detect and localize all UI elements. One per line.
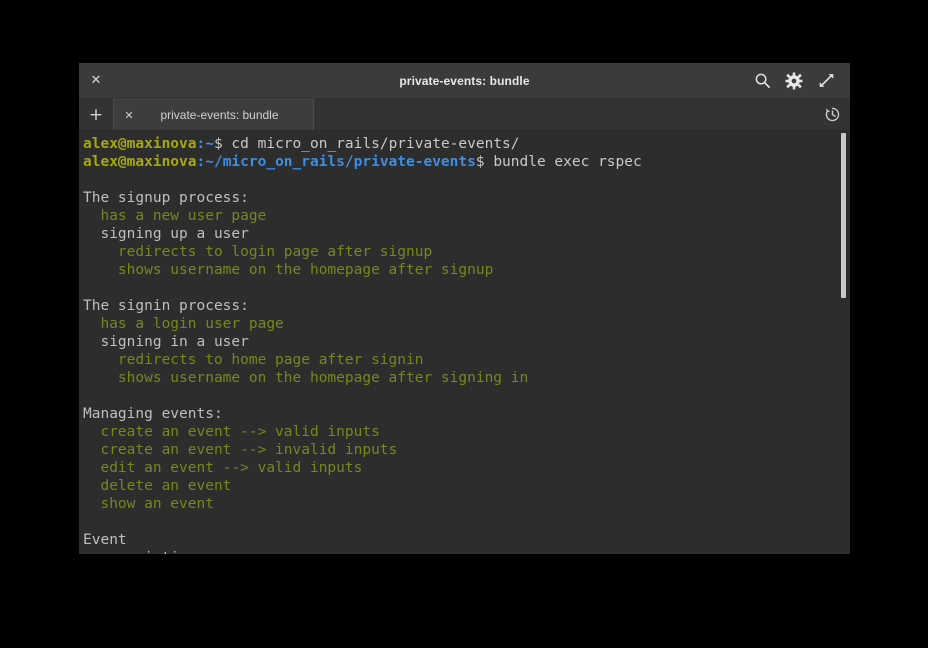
terminal-text-gray: signing up a user	[83, 226, 249, 242]
tab-private-events-bundle[interactable]: ✕ private-events: bundle	[113, 99, 314, 130]
terminal-line-group-managing-events: Managing events:	[83, 405, 850, 423]
terminal-line-ex-signin-login-page: has a login user page	[83, 315, 850, 333]
terminal-line-group-signin: The signin process:	[83, 297, 850, 315]
terminal-text-prompt-path: :~/micro_on_rails/private-events	[196, 154, 476, 170]
tab-close-icon[interactable]: ✕	[114, 109, 144, 122]
window-titlebar: ✕ private-events: bundle	[79, 63, 850, 99]
terminal-line-blank-3	[83, 387, 850, 405]
terminal-line-cmd-rspec: alex@maxinova:~/micro_on_rails/private-e…	[83, 153, 850, 171]
terminal-body[interactable]: alex@maxinova:~$ cd micro_on_rails/priva…	[79, 131, 850, 554]
terminal-text-gray: associations	[83, 550, 205, 554]
expand-icon[interactable]	[817, 72, 835, 90]
terminal-line-ex-signup-new-user-page: has a new user page	[83, 207, 850, 225]
terminal-line-cmd-cd: alex@maxinova:~$ cd micro_on_rails/priva…	[83, 135, 850, 153]
terminal-line-group-event: Event	[83, 531, 850, 549]
new-tab-button[interactable]: +	[79, 99, 113, 130]
terminal-text-prompt-path: :~	[196, 136, 214, 152]
terminal-text-gray: Event	[83, 532, 127, 548]
terminal-text-green: delete an event	[83, 478, 232, 494]
terminal-scrollbar[interactable]	[841, 131, 847, 554]
desktop-background: ✕ private-events: bundle + ✕ private-eve…	[0, 0, 928, 648]
scrollbar-thumb[interactable]	[841, 133, 846, 298]
terminal-line-group-signup: The signup process:	[83, 189, 850, 207]
terminal-text-green: create an event --> invalid inputs	[83, 442, 398, 458]
terminal-text-green: show an event	[83, 496, 214, 512]
terminal-line-ex-shows-username-signup: shows username on the homepage after sig…	[83, 261, 850, 279]
terminal-line-blank-2	[83, 279, 850, 297]
window-close-button[interactable]: ✕	[79, 63, 113, 98]
terminal-text-gray: Managing events:	[83, 406, 223, 422]
tab-bar: + ✕ private-events: bundle	[79, 99, 850, 131]
terminal-line-ex-redirect-home: redirects to home page after signin	[83, 351, 850, 369]
window-title: private-events: bundle	[399, 73, 530, 88]
history-icon[interactable]	[814, 99, 850, 130]
terminal-line-ex-create-invalid: create an event --> invalid inputs	[83, 441, 850, 459]
terminal-text-gray: The signup process:	[83, 190, 249, 206]
terminal-line-blank-4	[83, 513, 850, 531]
terminal-text-prompt-user: alex@maxinova	[83, 154, 197, 170]
terminal-text-green: shows username on the homepage after sig…	[83, 262, 494, 278]
terminal-line-ex-delete-event: delete an event	[83, 477, 850, 495]
terminal-text-green: shows username on the homepage after sig…	[83, 370, 529, 386]
terminal-text-default: $ cd micro_on_rails/private-events/	[213, 136, 520, 152]
terminal-text-green: redirects to login page after signup	[83, 244, 433, 260]
terminal-line-group-signing-in: signing in a user	[83, 333, 850, 351]
terminal-line-ex-create-valid: create an event --> valid inputs	[83, 423, 850, 441]
terminal-text-gray: signing in a user	[83, 334, 249, 350]
terminal-output: alex@maxinova:~$ cd micro_on_rails/priva…	[83, 135, 850, 554]
terminal-text-green: has a login user page	[83, 316, 284, 332]
terminal-line-blank-1	[83, 171, 850, 189]
terminal-text-prompt-user: alex@maxinova	[83, 136, 197, 152]
terminal-text-green: edit an event --> valid inputs	[83, 460, 363, 476]
terminal-text-default: $ bundle exec rspec	[475, 154, 642, 170]
terminal-line-ex-show-event: show an event	[83, 495, 850, 513]
terminal-line-ex-shows-username-signin: shows username on the homepage after sig…	[83, 369, 850, 387]
terminal-line-group-signing-up: signing up a user	[83, 225, 850, 243]
terminal-line-group-associations: associations	[83, 549, 850, 554]
titlebar-actions	[753, 72, 850, 90]
tab-bar-empty-space	[314, 99, 814, 130]
gear-icon[interactable]	[785, 72, 803, 90]
terminal-window: ✕ private-events: bundle + ✕ private-eve…	[79, 63, 850, 554]
terminal-line-ex-redirect-login: redirects to login page after signup	[83, 243, 850, 261]
terminal-line-ex-edit-valid: edit an event --> valid inputs	[83, 459, 850, 477]
search-icon[interactable]	[753, 72, 771, 90]
tab-label: private-events: bundle	[160, 108, 279, 122]
terminal-text-green: create an event --> valid inputs	[83, 424, 380, 440]
terminal-text-gray: The signin process:	[83, 298, 249, 314]
terminal-text-green: redirects to home page after signin	[83, 352, 424, 368]
terminal-text-green: has a new user page	[83, 208, 267, 224]
